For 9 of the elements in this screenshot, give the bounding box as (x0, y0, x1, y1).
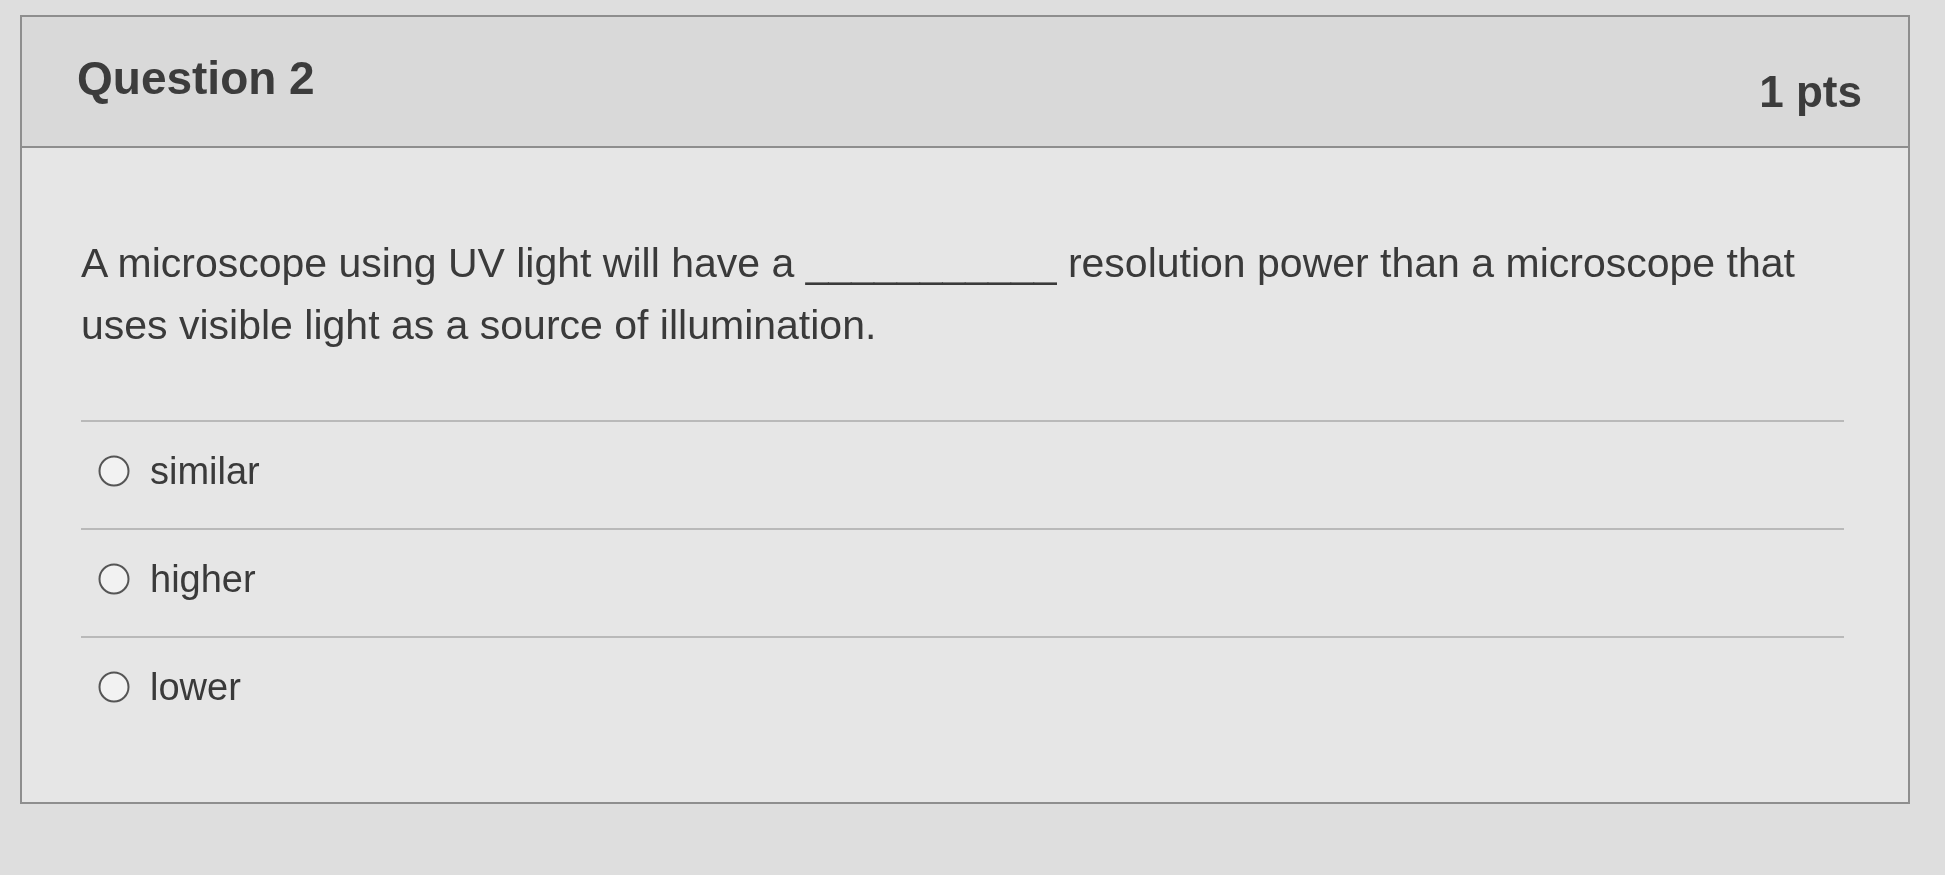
answer-label: lower (150, 665, 241, 710)
radio-button[interactable] (98, 563, 130, 595)
question-text: A microscope using UV light will have a ___________ resolution power than a microscope that uses visible light as a source of illumination. (81, 239, 1796, 350)
radio-button[interactable] (98, 671, 130, 703)
answer-label: higher (150, 557, 256, 602)
points-label: 1 pts (1759, 66, 1862, 117)
answer-label: similar (150, 449, 260, 494)
radio-button[interactable] (98, 455, 130, 487)
question-title: Question 2 (77, 50, 315, 105)
